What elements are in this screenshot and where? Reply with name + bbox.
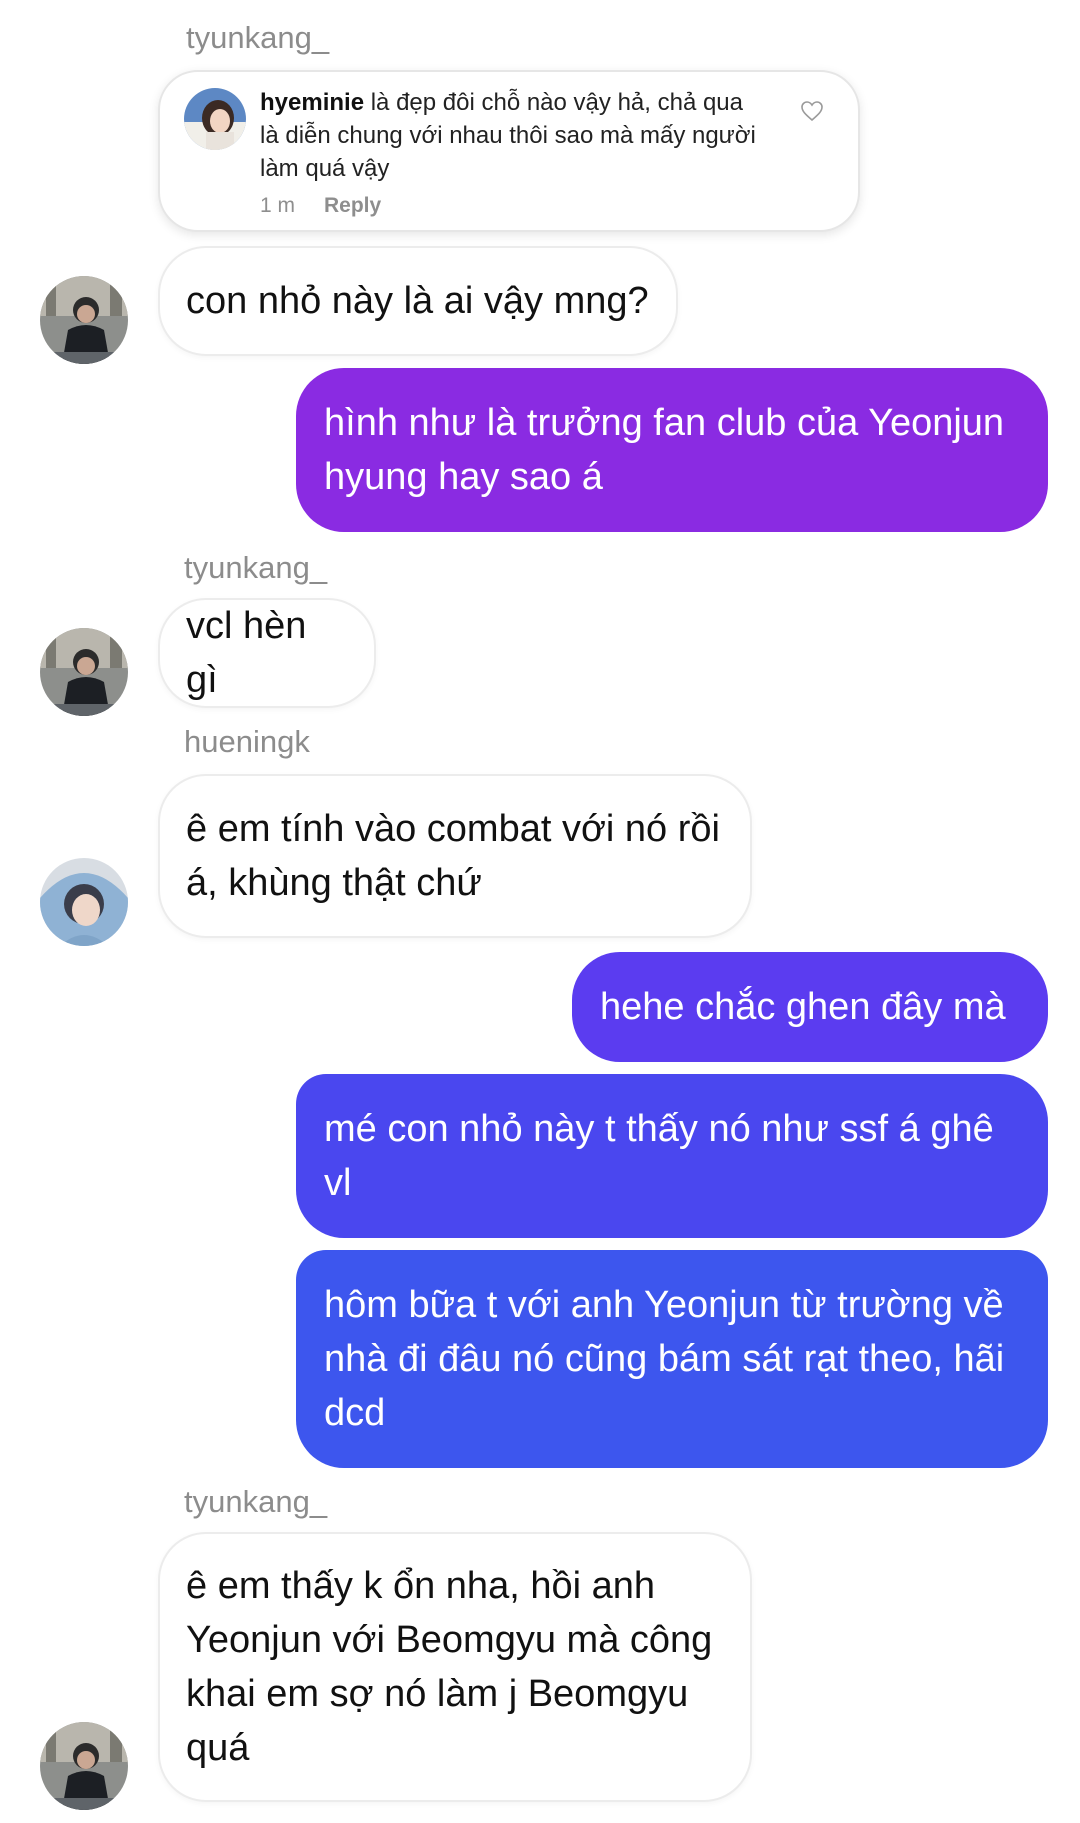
- comment-time: 1 m: [260, 194, 296, 217]
- message-text: hình như là trưởng fan club của Yeonjun …: [324, 402, 1005, 498]
- avatar-tyunkang[interactable]: [40, 1722, 128, 1810]
- sender-name: tyunkang_: [186, 20, 330, 55]
- message-text: hehe chắc ghen đây mà: [600, 986, 1006, 1028]
- comment-text: hyeminie là đẹp đôi chỗ nào vậy hả, chả …: [260, 86, 760, 185]
- message-incoming[interactable]: ê em thấy k ổn nha, hồi anh Yeonjun với …: [158, 1532, 752, 1802]
- sender-name: hueningk: [184, 724, 310, 759]
- sender-name: tyunkang_: [184, 550, 328, 585]
- reply-link[interactable]: Reply: [324, 194, 381, 218]
- message-text: con nhỏ này là ai vậy mng?: [186, 280, 649, 322]
- message-outgoing[interactable]: hehe chắc ghen đây mà: [572, 952, 1048, 1062]
- avatar-hueningk[interactable]: [40, 858, 128, 946]
- commenter-username: hyeminie: [260, 89, 365, 116]
- message-text: mé con nhỏ này t thấy nó như ssf á ghê v…: [324, 1108, 994, 1204]
- replied-comment-card[interactable]: hyeminie là đẹp đôi chỗ nào vậy hả, chả …: [158, 70, 860, 232]
- commenter-avatar: [184, 88, 246, 150]
- avatar-tyunkang[interactable]: [40, 276, 128, 364]
- sender-name: tyunkang_: [184, 1484, 328, 1519]
- message-incoming[interactable]: vcl hèn gì: [158, 598, 376, 708]
- message-outgoing[interactable]: hôm bữa t với anh Yeonjun từ trường về n…: [296, 1250, 1048, 1468]
- message-outgoing[interactable]: hình như là trưởng fan club của Yeonjun …: [296, 368, 1048, 532]
- message-incoming[interactable]: con nhỏ này là ai vậy mng?: [158, 246, 678, 356]
- message-text: hôm bữa t với anh Yeonjun từ trường về n…: [324, 1284, 1005, 1434]
- message-incoming[interactable]: ê em tính vào combat với nó rồi á, khùng…: [158, 774, 752, 938]
- message-text: ê em thấy k ổn nha, hồi anh Yeonjun với …: [186, 1565, 713, 1769]
- message-text: vcl hèn gì: [186, 605, 307, 701]
- message-outgoing[interactable]: mé con nhỏ này t thấy nó như ssf á ghê v…: [296, 1074, 1048, 1238]
- message-text: ê em tính vào combat với nó rồi á, khùng…: [186, 808, 720, 904]
- heart-outline-icon[interactable]: [800, 100, 824, 122]
- avatar-tyunkang[interactable]: [40, 628, 128, 716]
